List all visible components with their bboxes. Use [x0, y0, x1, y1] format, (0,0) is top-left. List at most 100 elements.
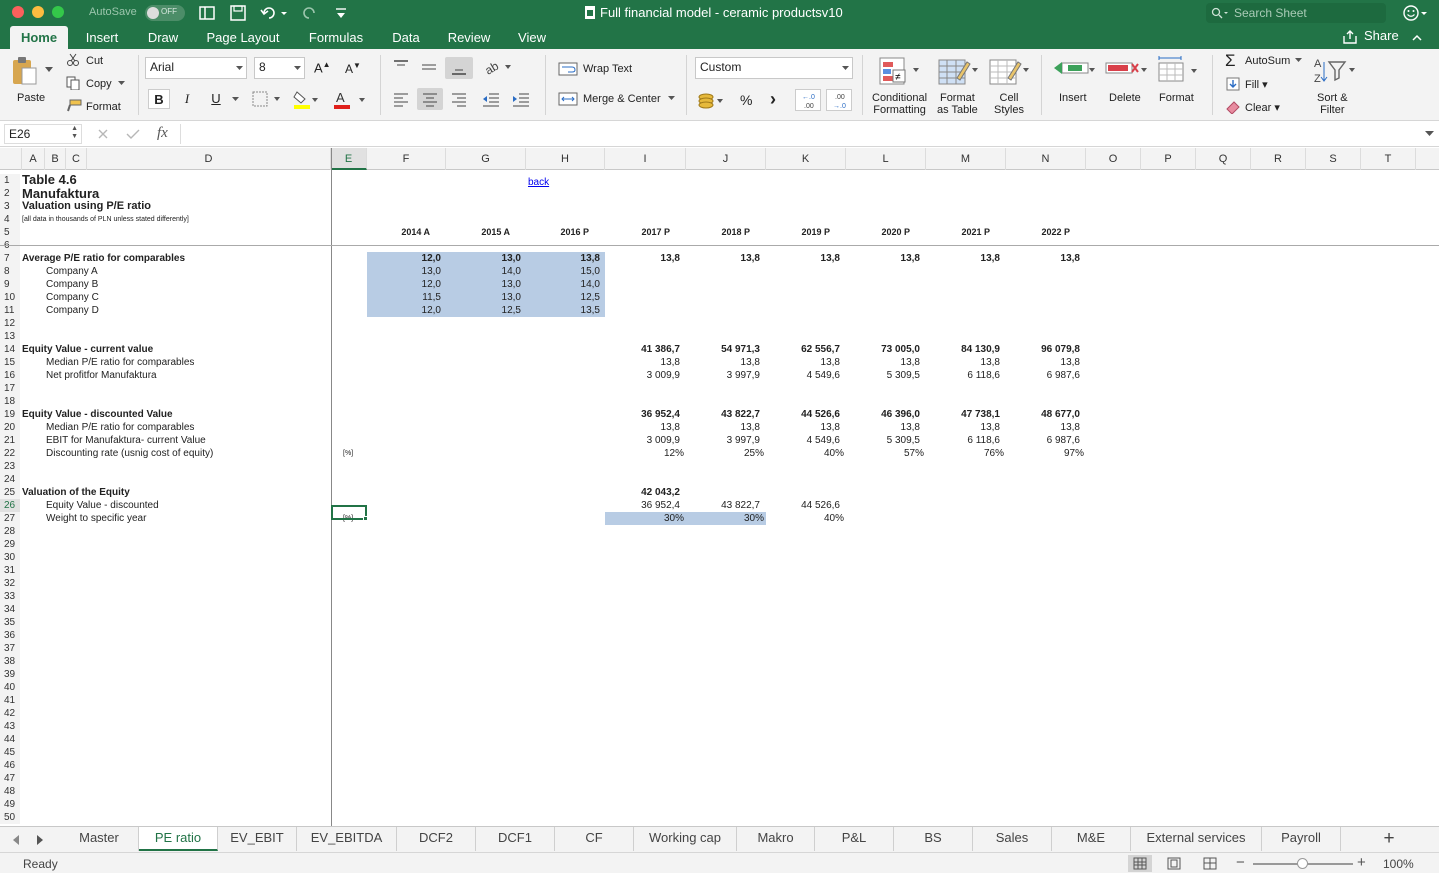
company-pe-value[interactable]: 14,0: [446, 265, 521, 278]
value-cell[interactable]: 13,8: [1006, 356, 1080, 369]
column-header-q[interactable]: Q: [1196, 148, 1251, 170]
cut-icon[interactable]: [66, 53, 80, 67]
fill-color-icon[interactable]: [293, 89, 319, 109]
company-pe-value[interactable]: 11,5: [367, 291, 441, 304]
increase-indent-icon[interactable]: [511, 91, 531, 107]
column-header-g[interactable]: G: [446, 148, 526, 170]
value-cell[interactable]: 3 009,9: [605, 369, 680, 382]
format-as-table-icon[interactable]: [937, 56, 981, 88]
row-header[interactable]: 4: [0, 213, 20, 226]
italic-button[interactable]: I: [176, 89, 198, 109]
number-format-select[interactable]: Custom: [695, 57, 853, 79]
avg-pe-value[interactable]: 13,8: [926, 252, 1000, 265]
avg-pe-value[interactable]: 13,8: [686, 252, 760, 265]
row-label[interactable]: Median P/E ratio for comparables: [46, 356, 318, 369]
decrease-indent-icon[interactable]: [481, 91, 501, 107]
comma-style-button[interactable]: ›: [770, 89, 776, 110]
row-header[interactable]: 41: [0, 694, 20, 707]
row-header[interactable]: 2: [0, 187, 20, 200]
value-cell[interactable]: 43 822,7: [686, 408, 760, 421]
column-header-b[interactable]: B: [45, 148, 66, 170]
borders-icon[interactable]: [252, 91, 282, 107]
row-header[interactable]: 49: [0, 798, 20, 811]
decrease-decimal-button[interactable]: .00 →.0: [826, 89, 852, 111]
sidebar-icon[interactable]: [199, 5, 215, 21]
back-link[interactable]: back: [528, 176, 582, 189]
font-color-icon[interactable]: A: [333, 89, 369, 109]
tab-page-layout[interactable]: Page Layout: [198, 26, 288, 49]
column-header-c[interactable]: C: [66, 148, 87, 170]
row-header[interactable]: 29: [0, 538, 20, 551]
value-cell[interactable]: 46 396,0: [846, 408, 920, 421]
row-header[interactable]: 23: [0, 460, 20, 473]
avg-pe-value[interactable]: 13,8: [605, 252, 680, 265]
zoom-slider[interactable]: [1253, 858, 1353, 869]
row-header[interactable]: 30: [0, 551, 20, 564]
percent-cell[interactable]: 30%: [605, 512, 684, 525]
autosum-label[interactable]: AutoSum: [1245, 55, 1290, 67]
format-painter-icon[interactable]: [66, 99, 82, 113]
row-label[interactable]: Weight to specific year: [46, 512, 318, 525]
sheet-tab[interactable]: Sales: [973, 827, 1052, 851]
column-header-m[interactable]: M: [926, 148, 1006, 170]
merge-center-icon[interactable]: [558, 91, 578, 107]
row-header[interactable]: 45: [0, 746, 20, 759]
row-header[interactable]: 43: [0, 720, 20, 733]
autosum-dropdown-icon[interactable]: [1295, 58, 1302, 63]
align-left-icon[interactable]: [392, 91, 410, 107]
sort-filter-icon[interactable]: AZ: [1312, 56, 1358, 86]
row-header[interactable]: 3: [0, 200, 20, 213]
value-cell[interactable]: 5 309,5: [846, 369, 920, 382]
year-header[interactable]: 2021 P: [926, 226, 990, 239]
format-painter-label[interactable]: Format: [86, 101, 121, 113]
value-cell[interactable]: 96 079,8: [1006, 343, 1080, 356]
sheet-tab[interactable]: DCF2: [397, 827, 476, 851]
percent-cell[interactable]: 76%: [926, 447, 1004, 460]
row-header[interactable]: 11: [0, 304, 20, 317]
row-header[interactable]: 28: [0, 525, 20, 538]
year-header[interactable]: 2019 P: [766, 226, 830, 239]
row-header[interactable]: 21: [0, 434, 20, 447]
clear-label[interactable]: Clear ▾: [1245, 101, 1280, 114]
align-bottom-button[interactable]: [445, 57, 473, 79]
row-label[interactable]: Valuation of the Equity: [22, 486, 318, 499]
sheet-tab[interactable]: CF: [555, 827, 634, 851]
align-top-icon[interactable]: [392, 59, 410, 75]
avg-pe-value[interactable]: 13,0: [446, 252, 521, 265]
row-label[interactable]: Median P/E ratio for comparables: [46, 421, 318, 434]
column-header-f[interactable]: F: [367, 148, 446, 170]
row-label[interactable]: Equity Value - current value: [22, 343, 318, 356]
company-pe-value[interactable]: 13,5: [526, 304, 600, 317]
row-header[interactable]: 44: [0, 733, 20, 746]
sheet-tab[interactable]: EV_EBITDA: [297, 827, 397, 851]
value-cell[interactable]: 41 386,7: [605, 343, 680, 356]
delete-cells-label[interactable]: Delete: [1109, 92, 1141, 104]
percent-cell[interactable]: 40%: [766, 447, 844, 460]
row-header[interactable]: 24: [0, 473, 20, 486]
year-header[interactable]: 2022 P: [1006, 226, 1070, 239]
company-pe-value[interactable]: 12,5: [526, 291, 600, 304]
row-header[interactable]: 33: [0, 590, 20, 603]
company-pe-value[interactable]: 14,0: [526, 278, 600, 291]
paste-dropdown-icon[interactable]: [45, 67, 53, 73]
row-header[interactable]: 9: [0, 278, 20, 291]
expand-formula-bar-icon[interactable]: [1425, 131, 1434, 137]
row-label[interactable]: Equity Value - discounted Value: [22, 408, 318, 421]
zoom-in-button[interactable]: +: [1357, 854, 1366, 871]
row-header[interactable]: 32: [0, 577, 20, 590]
name-box[interactable]: E26 ▲ ▼: [4, 124, 82, 144]
autosum-icon[interactable]: Σ: [1225, 51, 1236, 71]
value-cell[interactable]: 6 987,6: [1006, 369, 1080, 382]
cancel-formula-icon[interactable]: [97, 128, 109, 140]
percent-cell[interactable]: 30%: [686, 512, 764, 525]
percent-cell[interactable]: 40%: [766, 512, 844, 525]
company-pe-value[interactable]: 15,0: [526, 265, 600, 278]
company-label[interactable]: Company A: [46, 265, 383, 278]
row-label[interactable]: Net profitfor Manufaktura: [46, 369, 318, 382]
column-header-p[interactable]: P: [1141, 148, 1196, 170]
merge-center-label[interactable]: Merge & Center: [583, 93, 661, 105]
copy-label[interactable]: Copy: [86, 78, 112, 90]
year-header[interactable]: 2016 P: [526, 226, 589, 239]
zoom-window-icon[interactable]: [52, 6, 64, 18]
value-cell[interactable]: 4 549,6: [766, 369, 840, 382]
